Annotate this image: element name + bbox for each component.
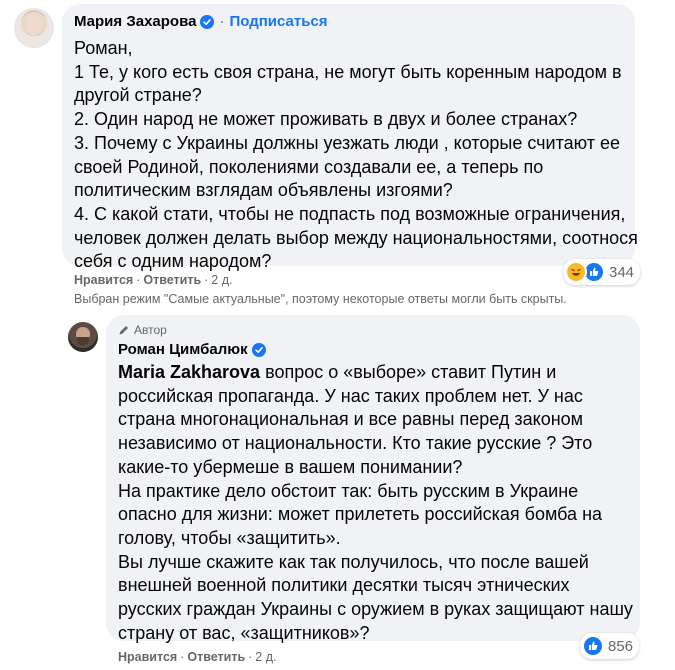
reactions-summary-maria[interactable]: 344 — [563, 259, 641, 285]
haha-icon — [565, 261, 587, 283]
reply-button[interactable]: Ответить — [187, 650, 245, 664]
comment-line: Вы лучше скажите как так получилось, что… — [118, 551, 589, 572]
comment-line: 2. Один народ не может проживать в двух … — [74, 109, 578, 130]
reaction-count: 856 — [608, 637, 634, 655]
avatar-beard — [77, 337, 89, 345]
comment-line: русских граждан Украины с оружием в рука… — [118, 599, 633, 620]
action-separator: · — [248, 650, 253, 664]
comment-actions-roman: Нравится · Ответить · 2 д. — [118, 650, 277, 664]
comment-line: Maria Zakharova вопрос о «выборе» ставит… — [118, 361, 633, 385]
timestamp[interactable]: 2 д. — [255, 650, 276, 664]
comment-line: российская пропаганда. У нас таких пробл… — [118, 385, 583, 406]
action-separator: · — [136, 273, 141, 287]
verified-badge-icon — [200, 14, 215, 29]
comment-bubble-roman: Автор Роман Цимбалюк Maria Zakharova воп… — [106, 315, 640, 643]
avatar-roman[interactable] — [68, 322, 98, 352]
comment-line: независимо от национальности. Кто такие … — [118, 433, 593, 454]
avatar-face — [27, 19, 41, 36]
comment-header: Роман Цимбалюк — [118, 341, 266, 358]
comment-line: страна многонациональная и все равны пер… — [118, 409, 584, 430]
comment-text-roman: Maria Zakharova вопрос о «выборе» ставит… — [118, 361, 633, 645]
follow-link[interactable]: Подписаться — [229, 13, 327, 30]
comment-line: 3. Почему с Украины должны уезжать люди … — [74, 132, 621, 153]
timestamp[interactable]: 2 д. — [211, 273, 232, 287]
comment-line: другой стране? — [74, 85, 202, 106]
comment-line: политическим взглядам объявлены изгоями? — [74, 180, 453, 201]
mention-link[interactable]: Maria Zakharova — [118, 362, 260, 382]
like-button[interactable]: Нравится — [118, 650, 177, 664]
author-badge-label: Автор — [134, 323, 167, 337]
author-name-roman[interactable]: Роман Цимбалюк — [118, 341, 248, 358]
author-name-maria[interactable]: Мария Захарова — [74, 13, 196, 30]
action-separator: · — [204, 273, 209, 287]
reactions-summary-roman[interactable]: 856 — [580, 633, 640, 659]
verified-badge-icon — [251, 342, 266, 357]
comment-line: внешней военной политики десятки тысяч э… — [118, 575, 570, 596]
like-button[interactable]: Нравится — [74, 273, 133, 287]
filter-notice: Выбран режим "Самые актуальные", поэтому… — [74, 292, 567, 306]
comment-line-rest: вопрос о «выборе» ставит Путин и — [260, 362, 557, 382]
comment-line: На практике дело обстоит так: быть русск… — [118, 480, 579, 501]
comment-text-maria: Роман, 1 Те, у кого есть своя страна, не… — [74, 37, 638, 274]
author-badge: Автор — [118, 323, 167, 337]
comment-header: Мария Захарова · Подписаться — [74, 13, 328, 30]
comment-bubble-maria: Мария Захарова · Подписаться Роман, 1 Те… — [62, 4, 638, 271]
comment-line: Роман, — [74, 38, 133, 58]
comment-line: опасно для жизни: может прилететь россий… — [118, 504, 603, 525]
comment-line: какие-то убермеше в вашем понимании? — [118, 456, 463, 477]
header-separator: · — [219, 13, 225, 30]
reply-button[interactable]: Ответить — [143, 273, 201, 287]
action-separator: · — [180, 650, 185, 664]
comment-line: человек должен делать выбор между национ… — [74, 227, 638, 248]
like-icon — [582, 635, 604, 657]
comment-line: голову, чтобы «защитить». — [118, 527, 341, 548]
avatar-maria[interactable] — [14, 8, 54, 48]
comment-line: своей Родиной, поколениями создавали ее,… — [74, 156, 544, 177]
comment-actions-maria: Нравится · Ответить · 2 д. — [74, 273, 233, 287]
pencil-icon — [119, 326, 128, 335]
reaction-count: 344 — [609, 263, 635, 281]
comment-line: себя с одним народом? — [74, 251, 272, 272]
comment-line: 4. С какой стати, чтобы не подпасть под … — [74, 203, 626, 224]
comment-line: страну от вас, «защитников»? — [118, 622, 370, 643]
comment-line: 1 Те, у кого есть своя страна, не могут … — [74, 61, 622, 82]
